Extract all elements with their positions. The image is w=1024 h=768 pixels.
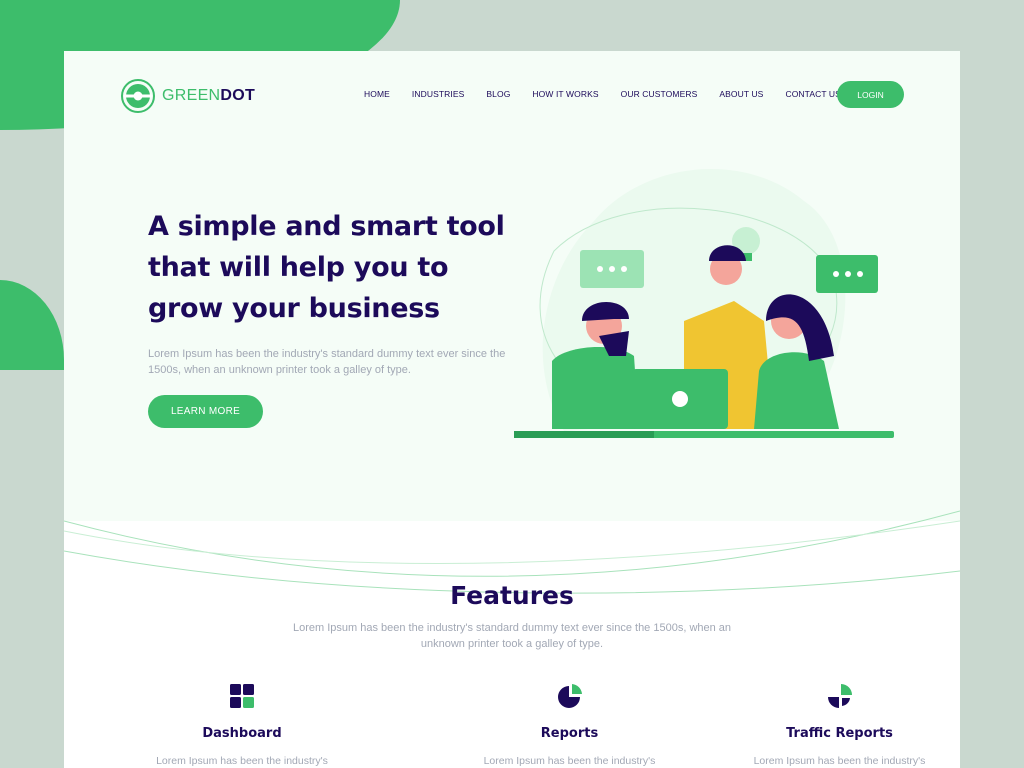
logo-icon: [121, 79, 155, 113]
hero-text: Lorem Ipsum has been the industry's stan…: [148, 348, 506, 376]
nav-our-customers[interactable]: OUR CUSTOMERS: [621, 89, 698, 99]
feature-card-reports: Reports Lorem Ipsum has been the industr…: [420, 683, 690, 767]
brand-name-bold: DOT: [220, 87, 256, 104]
nav-how-it-works[interactable]: HOW IT WORKS: [532, 89, 598, 99]
feature-card-dashboard: Dashboard Lorem Ipsum has been the indus…: [64, 683, 420, 767]
login-button[interactable]: LOGIN: [837, 81, 904, 108]
hero-title: A simple and smart tool that will help y…: [148, 211, 505, 324]
dashboard-icon: [230, 684, 254, 708]
nav-home[interactable]: HOME: [364, 89, 390, 99]
features-text: Lorem Ipsum has been the industry's stan…: [292, 622, 732, 650]
decor-blob: [0, 280, 64, 370]
feature-title: Traffic Reports: [786, 726, 893, 741]
logo[interactable]: GREENDOT: [120, 78, 255, 114]
feature-cards: Dashboard Lorem Ipsum has been the indus…: [64, 683, 960, 767]
main-nav: HOME INDUSTRIES BLOG HOW IT WORKS OUR CU…: [364, 89, 841, 99]
team-illustration: [514, 168, 894, 438]
landing-page: GREENDOT HOME INDUSTRIES BLOG HOW IT WOR…: [64, 51, 960, 768]
feature-text: Lorem Ipsum has been the industry's: [753, 755, 926, 767]
traffic-chart-icon: [827, 684, 852, 708]
features-section: Features Lorem Ipsum has been the indust…: [64, 581, 960, 652]
features-title: Features: [450, 581, 574, 610]
nav-contact-us[interactable]: CONTACT US: [785, 89, 840, 99]
learn-more-button[interactable]: LEARN MORE: [148, 395, 263, 428]
nav-blog[interactable]: BLOG: [486, 89, 510, 99]
feature-text: Lorem Ipsum has been the industry's: [483, 755, 656, 767]
nav-about-us[interactable]: ABOUT US: [719, 89, 763, 99]
nav-industries[interactable]: INDUSTRIES: [412, 89, 464, 99]
pie-chart-icon: [557, 684, 582, 708]
feature-title: Reports: [540, 726, 599, 741]
feature-title: Dashboard: [202, 726, 282, 741]
brand-name-light: GREEN: [162, 87, 221, 104]
feature-card-traffic-reports: Traffic Reports Lorem Ipsum has been the…: [690, 683, 960, 767]
feature-text: Lorem Ipsum has been the industry's: [156, 755, 328, 767]
